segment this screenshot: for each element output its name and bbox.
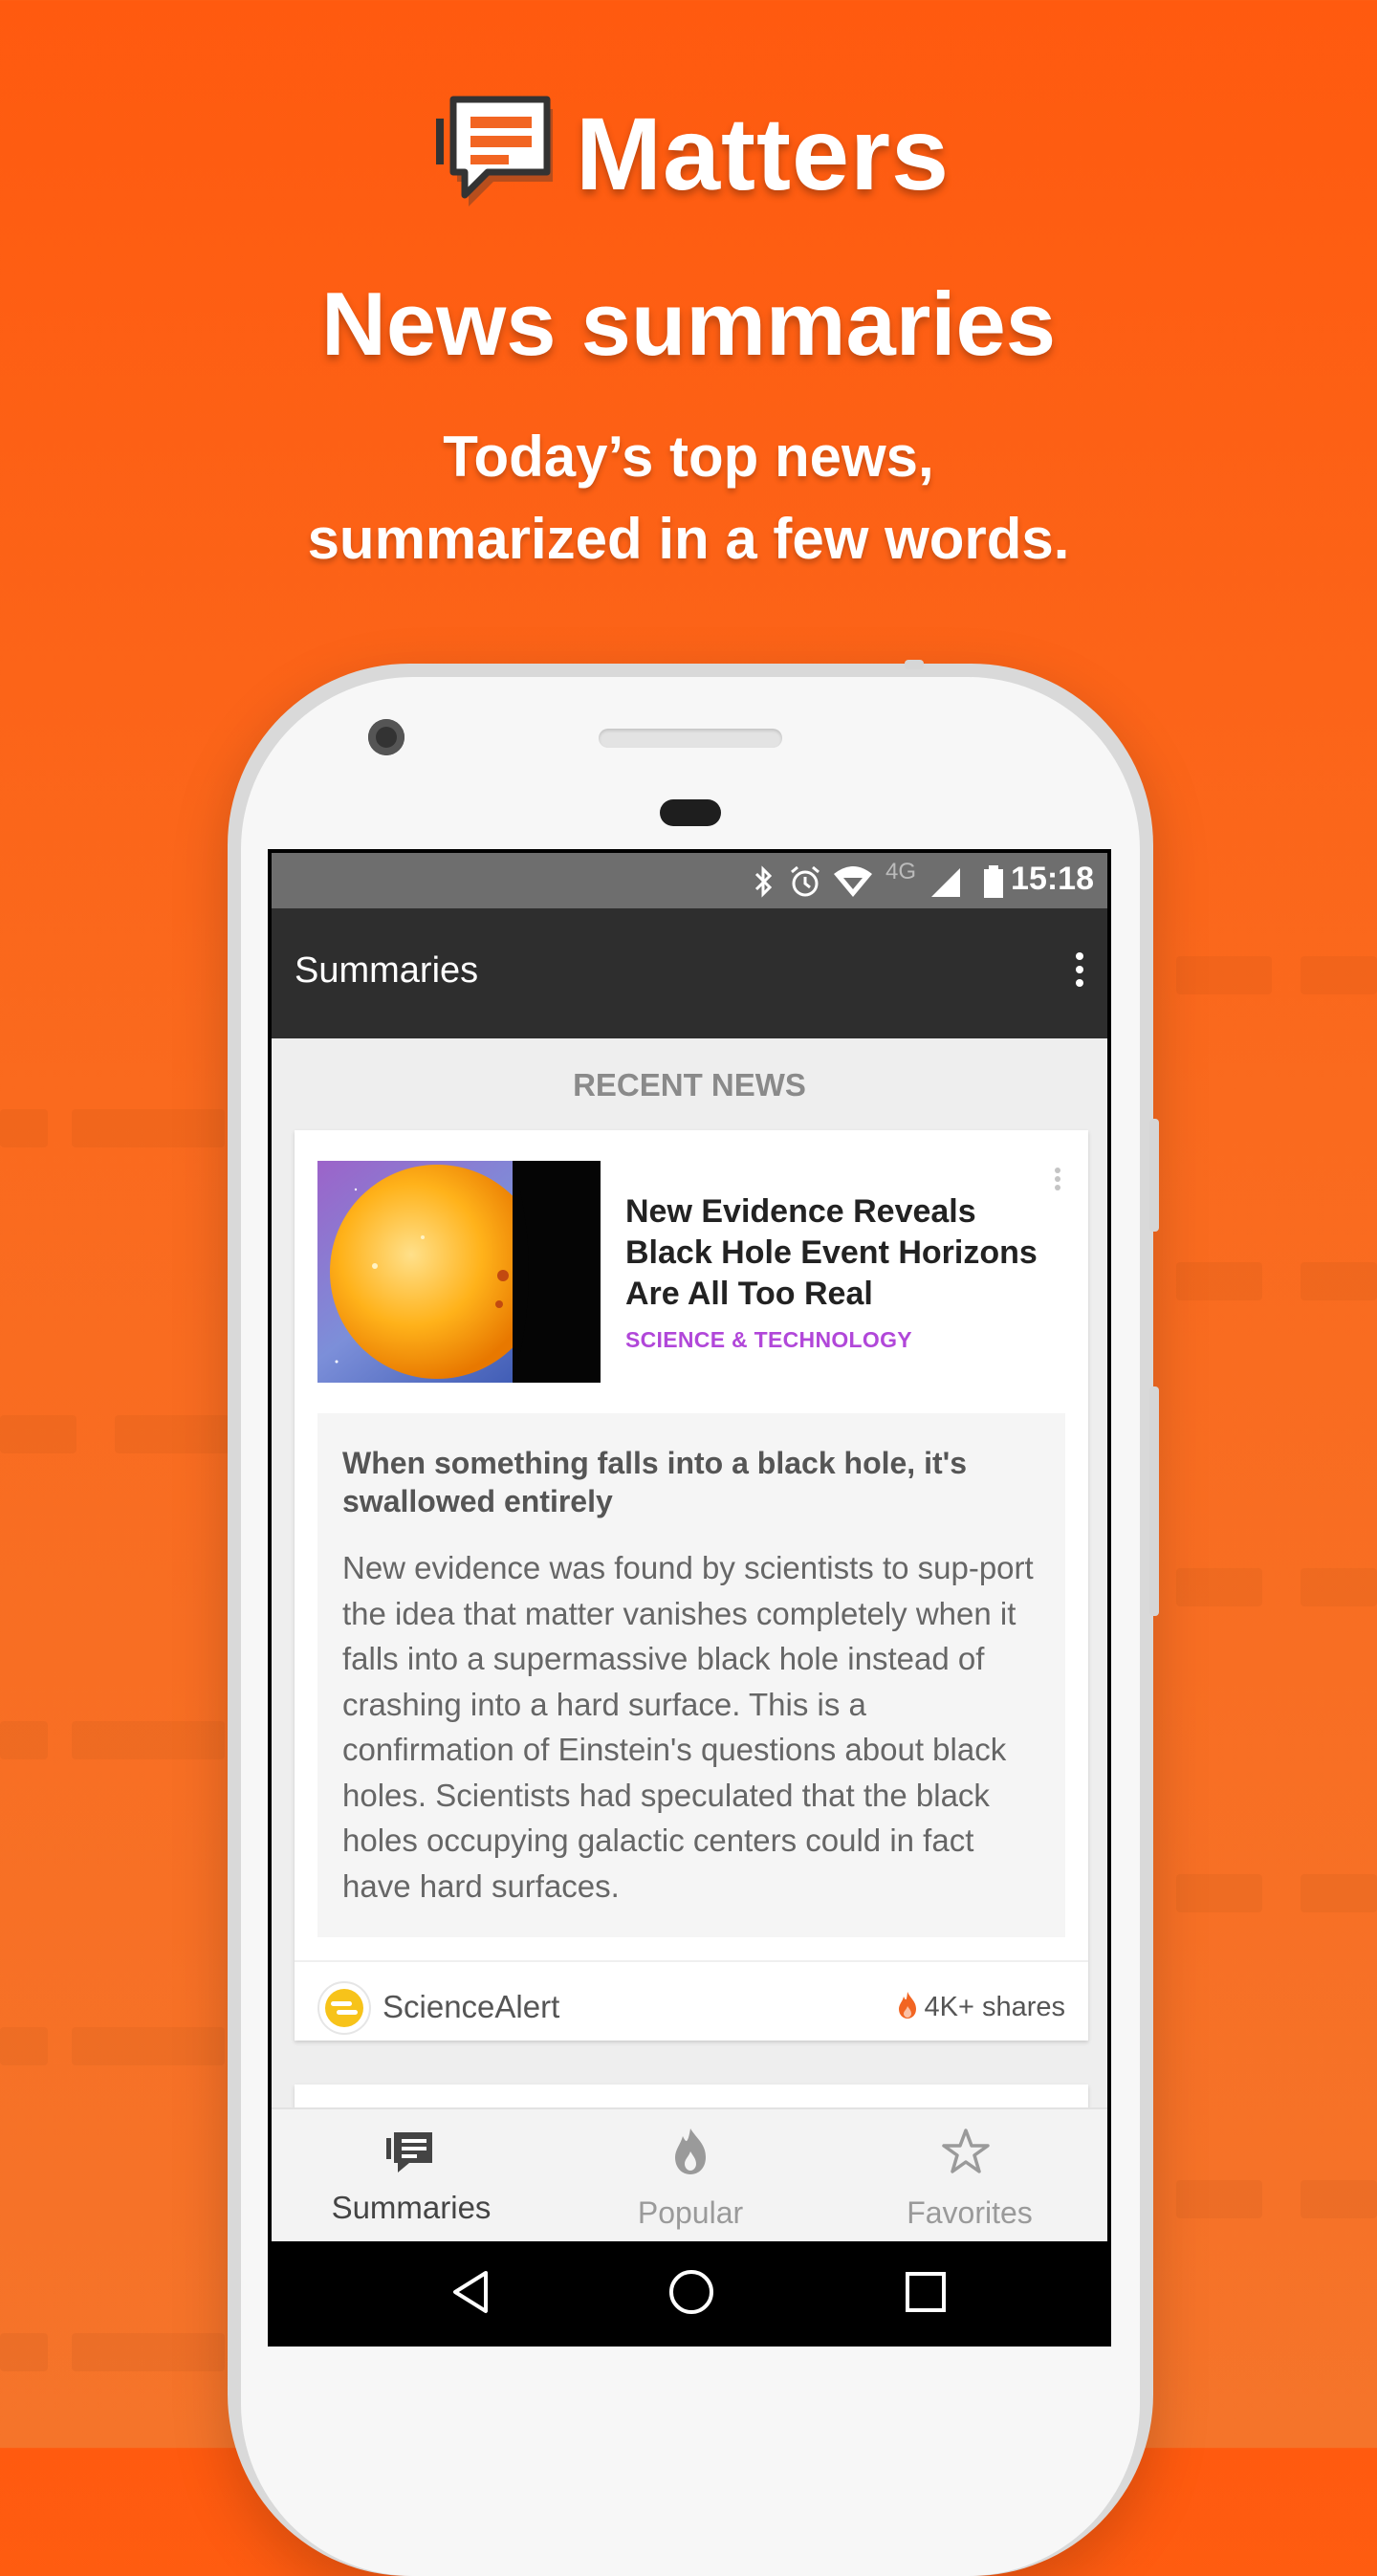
hero-subtitle-line2: summarized in a few words. — [307, 507, 1070, 571]
tab-popular[interactable]: Popular — [551, 2109, 830, 2243]
tab-favorites-label: Favorites — [907, 2195, 1033, 2230]
news-card[interactable]: New Evidence Reveals Black Hole Event Ho… — [295, 1130, 1088, 2041]
card-divider — [295, 1960, 1088, 1962]
more-vert-icon[interactable] — [1065, 947, 1094, 1004]
matters-logo-icon — [436, 96, 553, 207]
bluetooth-icon — [754, 865, 773, 898]
tab-summaries[interactable]: Summaries — [272, 2109, 551, 2243]
tab-popular-label: Popular — [637, 2195, 744, 2230]
network-type-label: 4G — [885, 859, 916, 884]
app-bar-title: Summaries — [295, 950, 479, 991]
share-count-label: 4K+ shares — [924, 1992, 1065, 2022]
front-camera — [368, 719, 404, 755]
summaries-icon — [386, 2132, 432, 2172]
card-more-icon[interactable] — [1052, 1165, 1063, 1203]
star-icon — [942, 2128, 990, 2173]
battery-icon — [984, 865, 1003, 898]
system-navigation-bar — [272, 2241, 1107, 2343]
hero-subtitle-line1: Today’s top news, — [443, 425, 934, 489]
proximity-sensor — [660, 799, 721, 826]
news-feed[interactable]: RECENT NEWS New Evidence Reveals Black H… — [272, 1038, 1107, 2107]
home-icon[interactable] — [663, 2268, 720, 2316]
status-time: 15:18 — [1011, 861, 1094, 897]
flame-icon — [899, 1992, 917, 2019]
tab-favorites[interactable]: Favorites — [830, 2109, 1109, 2243]
status-bar: 4G 15:18 — [272, 853, 1107, 908]
phone-screen: 4G 15:18 Summaries RECENT NEWS New Evide… — [268, 849, 1111, 2347]
app-name: Matters — [576, 96, 951, 211]
article-title[interactable]: New Evidence Reveals Black Hole Event Ho… — [625, 1191, 1056, 1315]
volume-button — [1149, 1119, 1159, 1232]
article-thumbnail[interactable] — [317, 1161, 601, 1383]
back-icon[interactable] — [444, 2268, 501, 2316]
hero-subtitle: Today’s top news, summarized in a few wo… — [0, 416, 1377, 580]
summary-headline: When something falls into a black hole, … — [342, 1446, 968, 1518]
article-summary: When something falls into a black hole, … — [317, 1413, 1065, 1937]
flame-icon — [675, 2128, 706, 2174]
app-logo: Matters — [432, 92, 949, 216]
source-name[interactable]: ScienceAlert — [382, 1989, 559, 2025]
share-count: 4K+ shares — [897, 1991, 1065, 2023]
app-bar: Summaries — [272, 908, 1107, 1038]
section-title: RECENT NEWS — [573, 1067, 806, 1102]
source-logo-icon[interactable] — [317, 1981, 371, 2035]
summary-body: New evidence was found by scientists to … — [342, 1550, 1034, 1904]
signal-icon — [931, 868, 960, 897]
bottom-navigation: Summaries Popular Favorites — [272, 2107, 1107, 2241]
hero-headline: News summaries — [320, 273, 1057, 374]
recents-icon[interactable] — [897, 2268, 954, 2316]
top-button — [905, 660, 924, 669]
earpiece-speaker — [599, 729, 782, 748]
tab-summaries-label: Summaries — [331, 2190, 492, 2225]
article-category[interactable]: SCIENCE & TECHNOLOGY — [625, 1327, 912, 1353]
wifi-icon — [834, 866, 872, 897]
power-button — [1149, 1386, 1159, 1616]
alarm-icon — [791, 865, 820, 897]
next-news-card[interactable] — [295, 2085, 1088, 2107]
